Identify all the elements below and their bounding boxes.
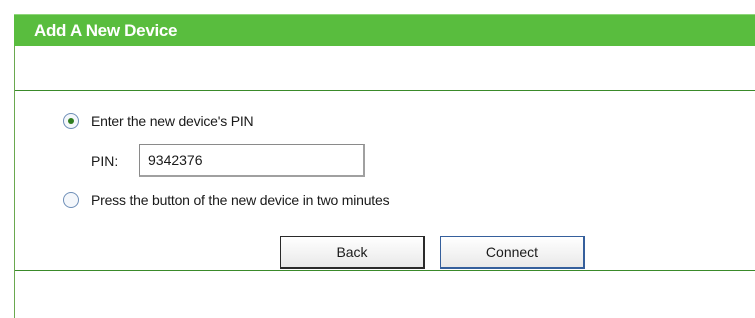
add-device-panel: Add A New Device Enter the new device's …	[0, 0, 755, 318]
page-title: Add A New Device	[34, 21, 178, 40]
push-button-label: Press the button of the new device in tw…	[91, 192, 390, 208]
divider-bottom	[15, 270, 755, 271]
pin-label: PIN:	[91, 152, 119, 169]
option-push-button[interactable]: Press the button of the new device in tw…	[63, 192, 390, 208]
pin-row: PIN:	[91, 144, 365, 177]
push-button-radio[interactable]	[63, 192, 79, 208]
divider-top	[15, 90, 755, 91]
panel-body: Enter the new device's PIN PIN: Press th…	[14, 46, 755, 318]
back-button[interactable]: Back	[280, 236, 425, 269]
connect-button[interactable]: Connect	[440, 236, 585, 269]
enter-pin-label: Enter the new device's PIN	[91, 113, 254, 129]
enter-pin-radio[interactable]	[63, 113, 79, 129]
option-enter-pin[interactable]: Enter the new device's PIN	[63, 113, 254, 129]
panel-header: Add A New Device	[14, 14, 755, 46]
pin-input[interactable]	[139, 144, 365, 177]
